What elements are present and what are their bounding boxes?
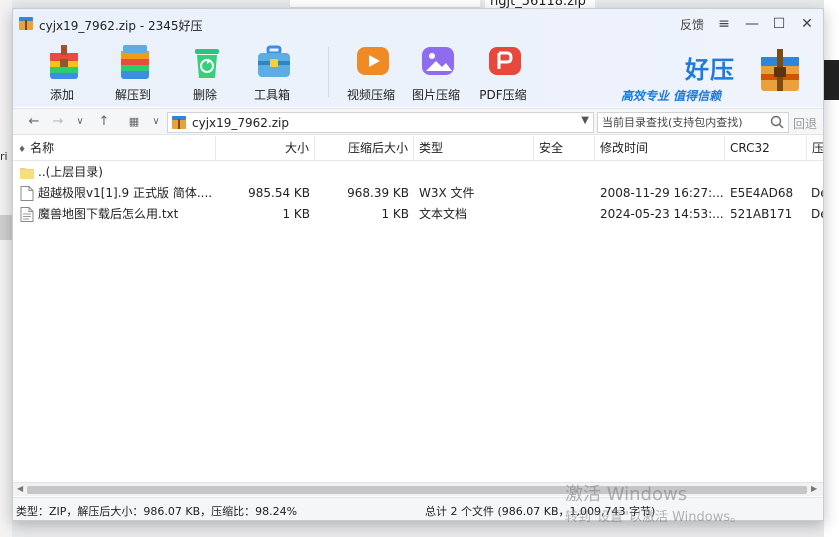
window-title: cyjx19_7962.zip - 2345好压: [39, 19, 203, 33]
rollback-button[interactable]: 回退: [793, 115, 817, 132]
address-path: cyjx19_7962.zip: [192, 116, 290, 130]
column-name-label: 名称: [30, 141, 55, 155]
file-size: 985.54 KB: [248, 186, 310, 200]
toolbar-separator: [328, 47, 329, 97]
menu-icon[interactable]: ≡: [713, 13, 735, 35]
file-name: 超越极限v1[1].9 正式版 简体....: [38, 186, 213, 200]
file-row-parent[interactable]: ..(上层目录): [13, 162, 823, 183]
brand-name: 好压: [685, 56, 735, 84]
file-modified: 2024-05-23 14:53:...: [600, 207, 724, 221]
extract-to-button[interactable]: 解压到: [101, 39, 165, 105]
haozip-logo-icon: [761, 49, 799, 91]
zip-file-icon: [172, 116, 186, 129]
search-input[interactable]: [602, 114, 762, 131]
forward-arrow-icon[interactable]: →: [49, 113, 67, 131]
address-dropdown-icon[interactable]: ▼: [581, 115, 589, 126]
file-packed-size: 1 KB: [381, 207, 409, 221]
scroll-left-icon[interactable]: ◀: [17, 484, 23, 493]
delete-label: 删除: [192, 88, 217, 102]
video-compress-icon: [357, 47, 389, 75]
column-size[interactable]: 大小: [216, 136, 315, 161]
activation-watermark: 激活 Windows: [565, 484, 688, 505]
delete-button[interactable]: 删除: [173, 39, 237, 105]
file-type: 文本文档: [419, 207, 468, 221]
haozip-window: cyjx19_7962.zip - 2345好压 反馈 ≡ — ☐ ✕ 添加 解…: [12, 8, 824, 521]
close-icon[interactable]: ✕: [796, 13, 818, 35]
video-compress-label: 视频压缩: [346, 88, 395, 102]
background-window-top-right: ngjt_56118.zip: [485, 0, 595, 9]
brand-slogan: 高效专业 值得信赖: [621, 89, 722, 103]
toolbox-button[interactable]: 工具箱: [240, 39, 304, 105]
brand-area: 好压 高效专业 值得信赖: [617, 47, 817, 107]
image-compress-button[interactable]: 图片压缩: [404, 39, 468, 105]
column-type[interactable]: 类型: [414, 136, 534, 161]
archive-info: 类型：ZIP，解压后大小：986.07 KB，压缩比：98.24%: [16, 505, 298, 518]
file-size: 1 KB: [282, 207, 310, 221]
up-directory-icon[interactable]: ↑: [95, 113, 113, 131]
view-mode-icon[interactable]: ▦: [125, 113, 143, 131]
horizontal-scrollbar[interactable]: ◀ ▶: [13, 482, 823, 496]
file-packed-size: 968.39 KB: [347, 186, 409, 200]
feedback-link[interactable]: 反馈: [680, 16, 704, 33]
maximize-icon[interactable]: ☐: [768, 13, 790, 35]
add-label: 添加: [49, 88, 74, 102]
search-box[interactable]: [597, 112, 789, 133]
background-dark-block: [824, 60, 839, 100]
column-packed-size[interactable]: 压缩后大小: [315, 136, 414, 161]
image-compress-icon: [422, 47, 454, 75]
zip-app-icon: [19, 17, 33, 30]
extract-to-icon: [121, 45, 149, 79]
pdf-compress-button[interactable]: PDF压缩: [471, 39, 535, 105]
back-arrow-icon[interactable]: ←: [25, 113, 43, 131]
file-icon: [20, 186, 34, 201]
search-icon[interactable]: [770, 115, 784, 129]
background-window-left: ri: [0, 0, 12, 537]
address-bar: ← → ∨ ↑ ▦ ∨ cyjx19_7962.zip ▼ 回退: [13, 108, 823, 135]
column-extra[interactable]: 压: [807, 136, 823, 161]
background-window-top: [290, 0, 480, 8]
sort-indicator-icon: ♦: [18, 145, 27, 155]
column-modified[interactable]: 修改时间: [595, 136, 725, 161]
view-dropdown-icon[interactable]: ∨: [147, 113, 165, 131]
file-type: W3X 文件: [419, 186, 475, 200]
toolbox-icon: [258, 45, 290, 77]
title-bar: cyjx19_7962.zip - 2345好压 反馈 ≡ — ☐ ✕: [13, 9, 823, 39]
column-crc32[interactable]: CRC32: [725, 136, 807, 161]
column-name[interactable]: ♦ 名称: [13, 136, 216, 161]
file-modified: 2008-11-29 16:27:...: [600, 186, 724, 200]
background-window-right: [824, 0, 839, 537]
file-extra: De: [811, 207, 823, 221]
toolbox-label: 工具箱: [253, 88, 290, 102]
file-crc32: 521AB171: [730, 207, 793, 221]
recycle-delete-icon: [195, 49, 219, 78]
file-name: 魔兽地图下载后怎么用.txt: [38, 207, 179, 221]
history-dropdown-icon[interactable]: ∨: [71, 113, 89, 131]
activation-watermark-subtext: 转到"设置"以激活 Windows。: [565, 510, 744, 525]
minimize-icon[interactable]: —: [741, 13, 763, 35]
video-compress-button[interactable]: 视频压缩: [339, 39, 403, 105]
file-extra: De: [811, 186, 823, 200]
pdf-compress-icon: [489, 47, 521, 75]
scrollbar-thumb[interactable]: [27, 486, 807, 494]
image-compress-label: 图片压缩: [411, 88, 460, 102]
file-crc32: E5E4AD68: [730, 186, 794, 200]
folder-icon: [20, 168, 34, 179]
file-row[interactable]: 超越极限v1[1].9 正式版 简体.... 985.54 KB 968.39 …: [13, 183, 823, 204]
column-security[interactable]: 安全: [534, 136, 595, 161]
add-archive-icon: [50, 45, 78, 79]
file-list: ..(上层目录) 超越极限v1[1].9 正式版 简体.... 985.54 K…: [13, 162, 823, 482]
scroll-right-icon[interactable]: ▶: [811, 484, 817, 493]
file-row[interactable]: 魔兽地图下载后怎么用.txt 1 KB 1 KB 文本文档 2024-05-23…: [13, 204, 823, 225]
background-text-fragment: ri: [0, 150, 8, 163]
address-field[interactable]: cyjx19_7962.zip ▼: [167, 112, 594, 133]
toolbar: 添加 解压到 删除 工具箱 视频压缩 图片压缩 PDF压缩 好压 高效专业 值得…: [13, 39, 823, 107]
file-name: ..(上层目录): [38, 165, 103, 179]
extract-to-label: 解压到: [114, 88, 151, 102]
pdf-compress-label: PDF压缩: [479, 88, 527, 102]
add-button[interactable]: 添加: [30, 39, 94, 105]
column-header-row: ♦ 名称 大小 压缩后大小 类型 安全 修改时间 CRC32 压: [13, 136, 823, 161]
background-block: [0, 215, 12, 240]
text-file-icon: [20, 207, 34, 222]
